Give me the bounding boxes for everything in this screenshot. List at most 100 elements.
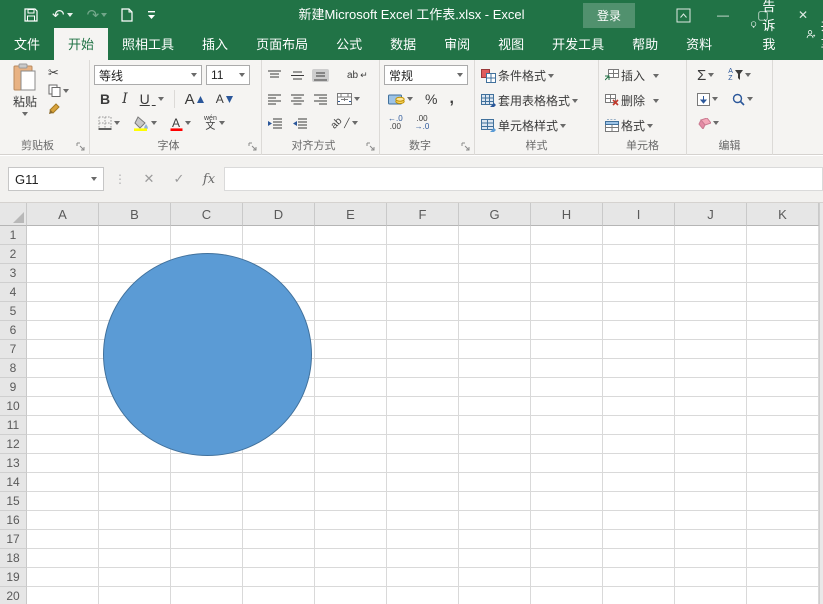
cell-E6[interactable] (315, 321, 387, 340)
tab-文件[interactable]: 文件 (0, 28, 54, 60)
cell-styles-button[interactable]: 单元格样式 (479, 116, 568, 135)
cell-K11[interactable] (747, 416, 819, 435)
cell-F16[interactable] (387, 511, 459, 530)
column-header-K[interactable]: K (747, 203, 819, 226)
row-header-12[interactable]: 12 (0, 435, 27, 454)
cell-A9[interactable] (27, 378, 99, 397)
cell-G6[interactable] (459, 321, 531, 340)
column-header-I[interactable]: I (603, 203, 675, 226)
cell-H2[interactable] (531, 245, 603, 264)
cell-G10[interactable] (459, 397, 531, 416)
cell-K4[interactable] (747, 283, 819, 302)
cell-D20[interactable] (243, 587, 315, 604)
cell-G1[interactable] (459, 226, 531, 245)
cell-K13[interactable] (747, 454, 819, 473)
cell-G2[interactable] (459, 245, 531, 264)
cell-A16[interactable] (27, 511, 99, 530)
cell-J16[interactable] (675, 511, 747, 530)
row-header-14[interactable]: 14 (0, 473, 27, 492)
italic-button[interactable]: I (120, 90, 130, 108)
cell-I12[interactable] (603, 435, 675, 454)
tab-数据[interactable]: 数据 (376, 28, 430, 60)
paste-button[interactable]: 粘贴 (4, 63, 46, 116)
cell-G15[interactable] (459, 492, 531, 511)
cell-H7[interactable] (531, 340, 603, 359)
row-header-16[interactable]: 16 (0, 511, 27, 530)
cell-E9[interactable] (315, 378, 387, 397)
accounting-format-button[interactable] (386, 92, 415, 107)
cell-E5[interactable] (315, 302, 387, 321)
tab-公式[interactable]: 公式 (322, 28, 376, 60)
cell-C1[interactable] (171, 226, 243, 245)
cell-G13[interactable] (459, 454, 531, 473)
format-cells-button[interactable]: 格式 (603, 116, 655, 135)
cell-I20[interactable] (603, 587, 675, 604)
cell-J4[interactable] (675, 283, 747, 302)
row-header-19[interactable]: 19 (0, 568, 27, 587)
cell-H5[interactable] (531, 302, 603, 321)
cell-F13[interactable] (387, 454, 459, 473)
row-header-3[interactable]: 3 (0, 264, 27, 283)
cell-D16[interactable] (243, 511, 315, 530)
merge-center-button[interactable] (335, 92, 362, 106)
cell-J18[interactable] (675, 549, 747, 568)
formula-bar-splitter[interactable]: ⋮ (114, 172, 124, 186)
cell-B17[interactable] (99, 530, 171, 549)
font-dialog-launcher-icon[interactable] (248, 142, 258, 152)
cell-B13[interactable] (99, 454, 171, 473)
cell-K6[interactable] (747, 321, 819, 340)
tab-照相工具[interactable]: 照相工具 (108, 28, 188, 60)
cell-A8[interactable] (27, 359, 99, 378)
middle-align-button[interactable] (289, 69, 306, 82)
cell-I16[interactable] (603, 511, 675, 530)
cell-K16[interactable] (747, 511, 819, 530)
cell-F4[interactable] (387, 283, 459, 302)
cell-G17[interactable] (459, 530, 531, 549)
oval-shape[interactable] (103, 253, 312, 456)
cell-D1[interactable] (243, 226, 315, 245)
cell-I18[interactable] (603, 549, 675, 568)
cell-I9[interactable] (603, 378, 675, 397)
cell-K1[interactable] (747, 226, 819, 245)
cell-J2[interactable] (675, 245, 747, 264)
cell-I3[interactable] (603, 264, 675, 283)
center-button[interactable] (289, 93, 306, 106)
align-left-button[interactable] (266, 93, 283, 106)
delete-cells-button[interactable]: 删除 (603, 91, 661, 110)
cell-A18[interactable] (27, 549, 99, 568)
cell-J5[interactable] (675, 302, 747, 321)
cell-F17[interactable] (387, 530, 459, 549)
cell-F3[interactable] (387, 264, 459, 283)
cell-C19[interactable] (171, 568, 243, 587)
cell-F19[interactable] (387, 568, 459, 587)
cell-E12[interactable] (315, 435, 387, 454)
cell-K10[interactable] (747, 397, 819, 416)
alignment-dialog-launcher-icon[interactable] (366, 142, 376, 152)
font-color-button[interactable]: A (168, 115, 193, 132)
cell-F11[interactable] (387, 416, 459, 435)
cell-H20[interactable] (531, 587, 603, 604)
cell-F14[interactable] (387, 473, 459, 492)
cell-C20[interactable] (171, 587, 243, 604)
cell-E3[interactable] (315, 264, 387, 283)
tab-页面布局[interactable]: 页面布局 (242, 28, 322, 60)
cell-K20[interactable] (747, 587, 819, 604)
tab-审阅[interactable]: 审阅 (430, 28, 484, 60)
column-header-B[interactable]: B (99, 203, 171, 226)
cell-D14[interactable] (243, 473, 315, 492)
cell-K9[interactable] (747, 378, 819, 397)
cell-E7[interactable] (315, 340, 387, 359)
cell-B1[interactable] (99, 226, 171, 245)
cell-C15[interactable] (171, 492, 243, 511)
cell-J13[interactable] (675, 454, 747, 473)
decrease-decimal-button[interactable]: .00→.0 (413, 114, 432, 132)
cell-A6[interactable] (27, 321, 99, 340)
cell-I19[interactable] (603, 568, 675, 587)
row-header-17[interactable]: 17 (0, 530, 27, 549)
cell-E17[interactable] (315, 530, 387, 549)
cell-K12[interactable] (747, 435, 819, 454)
cell-F5[interactable] (387, 302, 459, 321)
cell-H17[interactable] (531, 530, 603, 549)
vertical-scrollbar[interactable] (819, 203, 823, 604)
name-box[interactable]: G11 (8, 167, 104, 191)
